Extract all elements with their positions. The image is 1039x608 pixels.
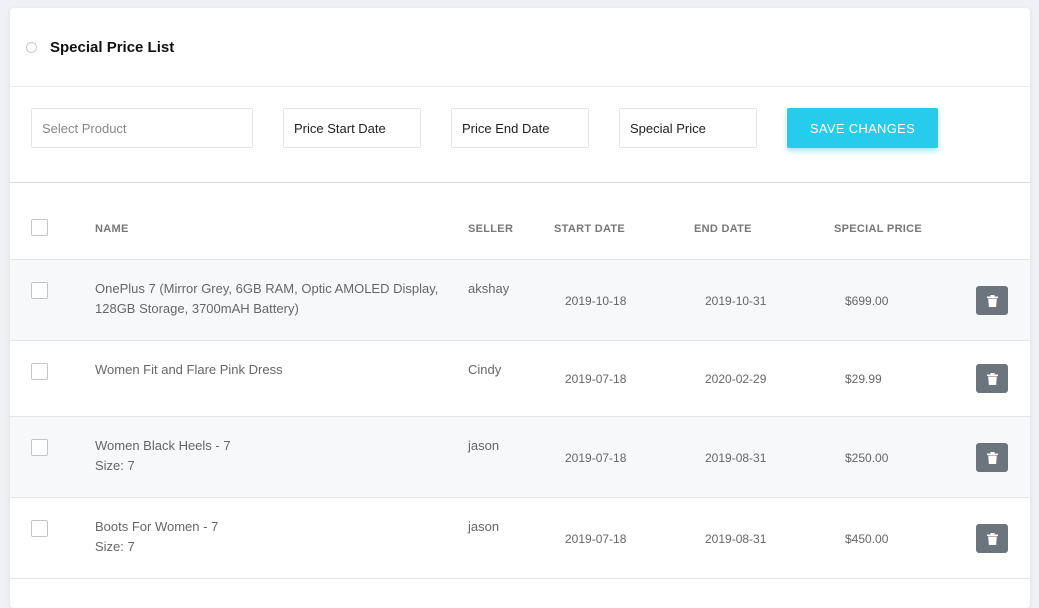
end-date-cell: 2019-08-31 bbox=[705, 532, 767, 546]
product-name-cell: OnePlus 7 (Mirror Grey, 6GB RAM, Optic A… bbox=[95, 279, 440, 319]
column-start-date: START DATE bbox=[554, 223, 626, 235]
column-end-date: END DATE bbox=[694, 223, 752, 235]
delete-button[interactable] bbox=[976, 443, 1008, 472]
price-start-date-field[interactable]: Price Start Date bbox=[283, 108, 421, 148]
table-header: NAME SELLER START DATE END DATE SPECIAL … bbox=[10, 183, 1030, 260]
table-body: OnePlus 7 (Mirror Grey, 6GB RAM, Optic A… bbox=[10, 260, 1030, 579]
card-header: Special Price List bbox=[10, 8, 1030, 87]
product-name: Women Black Heels - 7 bbox=[95, 438, 231, 453]
start-date-cell: 2019-07-18 bbox=[565, 451, 627, 465]
product-name: Boots For Women - 7 bbox=[95, 519, 219, 534]
seller-cell: Cindy bbox=[468, 362, 502, 377]
row-checkbox[interactable] bbox=[31, 439, 48, 456]
product-name-cell: Women Black Heels - 7 Size: 7 bbox=[95, 436, 440, 476]
row-checkbox[interactable] bbox=[31, 520, 48, 537]
save-changes-button[interactable]: SAVE CHANGES bbox=[787, 108, 938, 148]
special-price-cell: $699.00 bbox=[845, 294, 889, 308]
product-name-cell: Boots For Women - 7 Size: 7 bbox=[95, 517, 440, 557]
end-date-cell: 2020-02-29 bbox=[705, 372, 767, 386]
page-title: Special Price List bbox=[50, 38, 175, 56]
seller-cell: jason bbox=[468, 438, 500, 453]
table-row: Women Black Heels - 7 Size: 7 jason 2019-07… bbox=[10, 417, 1030, 498]
product-name: OnePlus 7 (Mirror Grey, 6GB RAM, Optic A… bbox=[95, 281, 439, 316]
start-date-cell: 2019-07-18 bbox=[565, 532, 627, 546]
product-size: Size: 7 bbox=[95, 539, 135, 554]
column-special-price: SPECIAL PRICE bbox=[834, 223, 923, 235]
table-row: Boots For Women - 7 Size: 7 jason 2019-07-1… bbox=[10, 498, 1030, 579]
table-row: OnePlus 7 (Mirror Grey, 6GB RAM, Optic A… bbox=[10, 260, 1030, 341]
price-end-date-field[interactable]: Price End Date bbox=[451, 108, 589, 148]
column-seller: SELLER bbox=[468, 223, 514, 235]
seller-cell: akshay bbox=[468, 281, 510, 296]
special-price-cell: $450.00 bbox=[845, 532, 889, 546]
delete-button[interactable] bbox=[976, 364, 1008, 393]
product-size: Size: 7 bbox=[95, 458, 135, 473]
trash-icon bbox=[986, 372, 998, 385]
seller-cell: jason bbox=[468, 519, 500, 534]
product-name-cell: Women Fit and Flare Pink Dress bbox=[95, 360, 440, 380]
column-name: NAME bbox=[95, 223, 129, 235]
special-price-cell: $29.99 bbox=[845, 372, 882, 386]
start-date-cell: 2019-10-18 bbox=[565, 294, 627, 308]
filter-bar: Select Product Price Start Date Price En… bbox=[10, 87, 1030, 183]
row-checkbox[interactable] bbox=[31, 363, 48, 380]
product-name: Women Fit and Flare Pink Dress bbox=[95, 362, 283, 377]
special-price-field[interactable]: Special Price bbox=[619, 108, 757, 148]
special-price-card: Special Price List Select Product Price … bbox=[10, 8, 1030, 608]
end-date-cell: 2019-10-31 bbox=[705, 294, 767, 308]
row-checkbox[interactable] bbox=[31, 282, 48, 299]
end-date-cell: 2019-08-31 bbox=[705, 451, 767, 465]
circle-icon bbox=[26, 41, 37, 53]
delete-button[interactable] bbox=[976, 286, 1008, 315]
start-date-cell: 2019-07-18 bbox=[565, 372, 627, 386]
select-all-checkbox[interactable] bbox=[31, 219, 48, 236]
trash-icon bbox=[986, 294, 998, 307]
select-product-field[interactable]: Select Product bbox=[31, 108, 253, 148]
table-row: Women Fit and Flare Pink Dress Cindy 2019-… bbox=[10, 341, 1030, 417]
delete-button[interactable] bbox=[976, 524, 1008, 553]
trash-icon bbox=[986, 451, 998, 464]
special-price-cell: $250.00 bbox=[845, 451, 889, 465]
trash-icon bbox=[986, 532, 998, 545]
